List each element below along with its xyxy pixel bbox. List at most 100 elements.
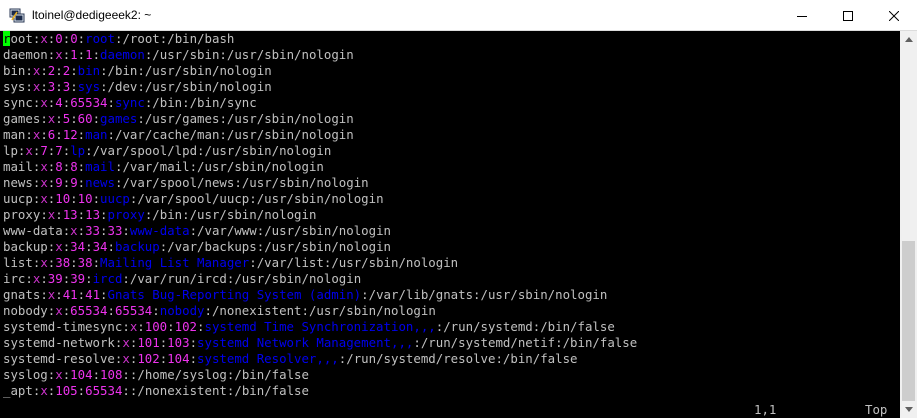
field-user: uucp [3, 191, 33, 206]
field-x: x [55, 239, 63, 254]
field-home: /run/systemd/netif [420, 335, 556, 350]
field-home: /var/list [256, 255, 324, 270]
field-gecos: mail [85, 159, 115, 174]
field-user: gnats [3, 287, 41, 302]
field-shell: /bin/false [502, 351, 578, 366]
field-gecos: Mailing List Manager [100, 255, 250, 270]
field-gid: 104 [167, 351, 190, 366]
field-home: /nonexistent [137, 383, 227, 398]
field-home: /bin [107, 63, 138, 78]
field-x: x [122, 335, 130, 350]
field-uid: 104 [70, 367, 93, 382]
field-uid: 102 [137, 351, 160, 366]
field-shell: /bin/false [540, 319, 615, 334]
field-gecos: man [85, 127, 108, 142]
field-gid: 65534 [85, 383, 123, 398]
field-gecos: systemd Network Management,,, [197, 335, 414, 350]
field-shell: /usr/sbin/nologin [204, 143, 332, 158]
field-gid: 103 [167, 335, 190, 350]
field-uid: 8 [55, 159, 63, 174]
close-icon [889, 10, 899, 21]
passwd-line: list:x:38:38:Mailing List Manager:/var/l… [3, 255, 459, 270]
passwd-line: daemon:x:1:1:daemon:/usr/sbin:/usr/sbin/… [3, 47, 354, 62]
field-gecos: bin [77, 63, 101, 78]
field-gecos: sync [114, 95, 145, 110]
field-uid: 100 [144, 319, 168, 334]
field-gecos: sys [77, 79, 101, 94]
scrollbar-thumb[interactable] [902, 241, 915, 401]
field-x: x [40, 255, 48, 270]
field-home: /var/spool/lpd [92, 143, 198, 158]
field-gecos: games [100, 111, 138, 126]
passwd-line: sys:x:3:3:sys:/dev:/usr/sbin/nologin [3, 79, 272, 94]
field-gid: 0 [70, 31, 78, 46]
passwd-line: proxy:x:13:13:proxy:/bin:/usr/sbin/nolog… [3, 207, 317, 222]
field-gid: 9 [70, 175, 78, 190]
minimize-icon [797, 15, 807, 17]
field-gid: 102 [174, 319, 198, 334]
scroll-up-button[interactable] [900, 31, 917, 48]
field-x: x [40, 159, 48, 174]
field-uid: 10 [55, 191, 71, 206]
field-user: daemon [3, 47, 48, 62]
field-uid: 105 [55, 383, 78, 398]
field-x: x [40, 383, 48, 398]
field-shell: /bin/bash [167, 31, 235, 46]
vertical-scrollbar[interactable] [900, 31, 917, 418]
passwd-line: syslog:x:104:108::/home/syslog:/bin/fals… [3, 367, 309, 382]
field-user: list [3, 255, 33, 270]
field-shell: /usr/sbin/nologin [264, 223, 392, 238]
field-shell: /bin/sync [189, 95, 257, 110]
field-home: /run/systemd/resolve [346, 351, 496, 366]
field-uid: 38 [55, 255, 71, 270]
field-shell: /usr/sbin/nologin [264, 239, 392, 254]
field-user: backup [3, 239, 48, 254]
field-uid: 33 [85, 223, 101, 238]
window-title: ltoinel@dedigeeek2: ~ [32, 8, 152, 22]
maximize-button[interactable] [825, 0, 871, 31]
passwd-line: games:x:5:60:games:/usr/games:/usr/sbin/… [3, 111, 354, 126]
field-x: x [40, 31, 48, 46]
field-shell: /usr/sbin/nologin [189, 207, 317, 222]
field-gecos: uucp [100, 191, 130, 206]
field-gecos: www-data [129, 223, 190, 238]
passwd-line: irc:x:39:39:ircd:/var/run/ircd:/usr/sbin… [3, 271, 362, 286]
field-gid: 41 [85, 287, 101, 302]
field-home: /home/syslog [137, 367, 227, 382]
field-gecos: root [85, 31, 115, 46]
chevron-down-icon [904, 407, 913, 412]
passwd-line: mail:x:8:8:mail:/var/mail:/usr/sbin/nolo… [3, 159, 324, 174]
close-button[interactable] [871, 0, 917, 31]
field-gecos: news [85, 175, 115, 190]
maximize-icon [843, 10, 853, 21]
field-shell: /usr/sbin/nologin [226, 127, 354, 142]
field-x: x [40, 175, 48, 190]
minimize-button[interactable] [779, 0, 825, 31]
field-gecos: ircd [92, 271, 123, 286]
field-x: x [40, 191, 48, 206]
field-home: /var/mail [122, 159, 190, 174]
field-gid: 108 [100, 367, 123, 382]
field-shell: /usr/sbin/nologin [144, 63, 272, 78]
field-x: x [70, 223, 78, 238]
title-bar[interactable]: ltoinel@dedigeeek2: ~ [0, 0, 917, 31]
field-user: games [3, 111, 41, 126]
field-user: systemd-network [3, 335, 115, 350]
field-home: /bin [152, 207, 183, 222]
field-shell: /usr/sbin/nologin [234, 271, 362, 286]
field-home: /nonexistent [211, 303, 302, 318]
passwd-line: news:x:9:9:news:/var/spool/news:/usr/sbi… [3, 175, 369, 190]
terminal-area[interactable]: 1,1 Top root:x:0:0:root:/root:/bin/bash d… [0, 31, 900, 418]
scroll-down-button[interactable] [900, 401, 917, 418]
passwd-line: man:x:6:12:man:/var/cache/man:/usr/sbin/… [3, 127, 354, 142]
field-user: www-data [3, 223, 63, 238]
field-shell: /usr/sbin/nologin [226, 47, 354, 62]
field-gecos: lp [70, 143, 86, 158]
passwd-line: bin:x:2:2:bin:/bin:/usr/sbin/nologin [3, 63, 272, 78]
field-gid: 65534 [114, 303, 153, 318]
field-user: _apt [3, 383, 33, 398]
field-user: news [3, 175, 33, 190]
field-user: irc [3, 271, 26, 286]
field-gid: 13 [85, 207, 101, 222]
field-user: sync [3, 95, 33, 110]
